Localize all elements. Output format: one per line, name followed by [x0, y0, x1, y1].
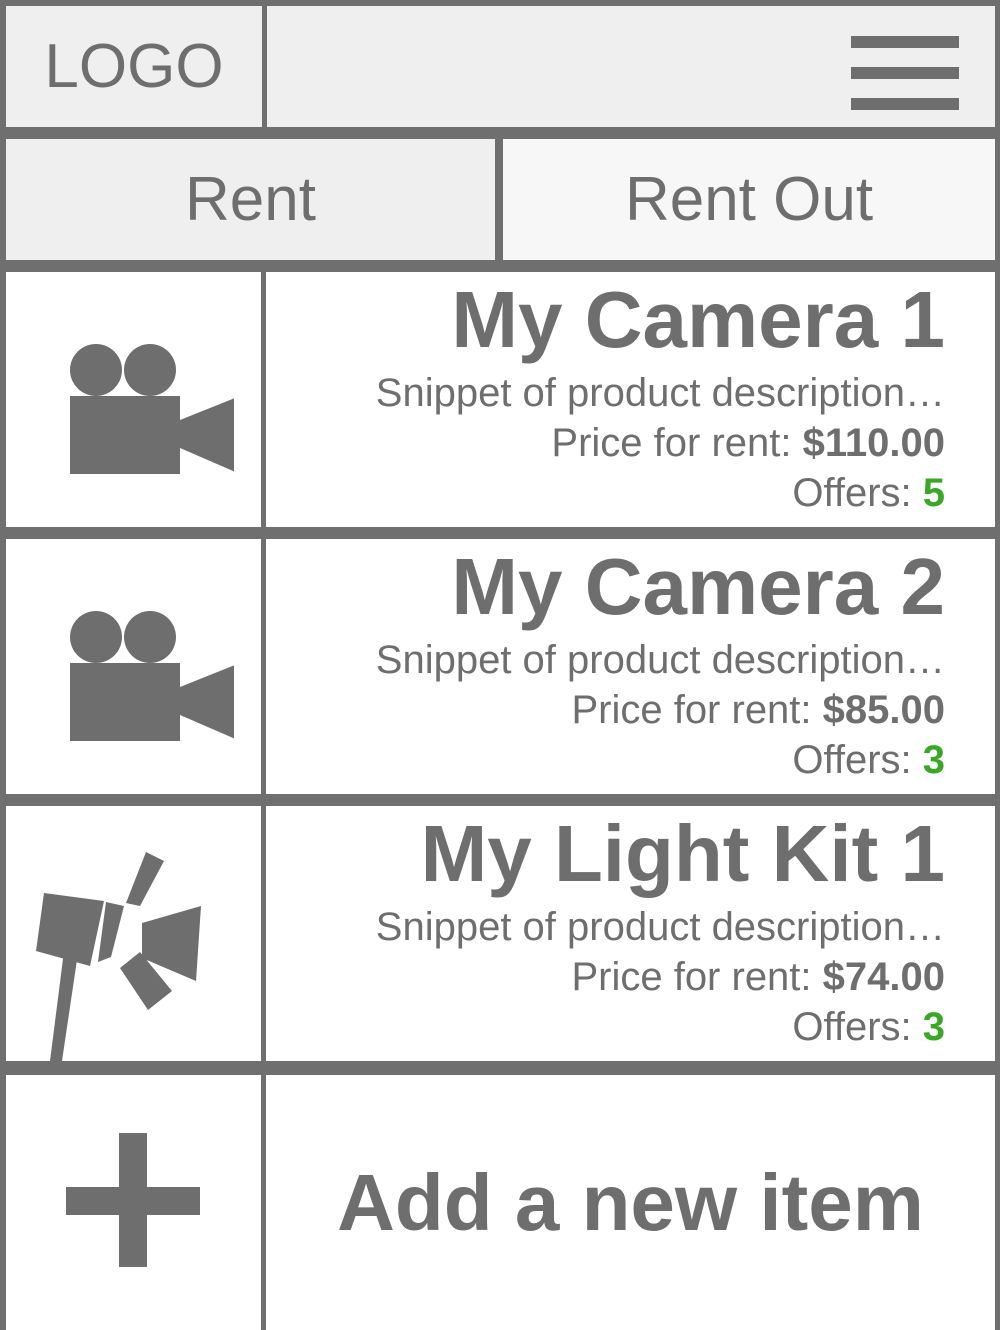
item-title: My Camera 1 [451, 275, 945, 364]
video-camera-icon [69, 610, 234, 741]
item-offers: Offers: 5 [266, 468, 945, 518]
add-item-icon-cell[interactable] [6, 1075, 261, 1330]
price-value: $85.00 [822, 688, 945, 732]
price-value: $74.00 [822, 955, 945, 999]
item-offers: Offers: 3 [266, 735, 945, 785]
add-new-item-label: Add a new item [337, 1157, 924, 1247]
item-icon-cell[interactable] [6, 539, 261, 794]
item-icon-cell[interactable] [6, 272, 261, 527]
item-offers: Offers: 3 [266, 1002, 945, 1052]
offers-label: Offers: [792, 1005, 912, 1049]
tab-rent-out[interactable]: Rent Out [503, 139, 995, 260]
price-label: Price for rent: [571, 955, 812, 999]
top-bar [267, 6, 995, 127]
item-title: My Light Kit 1 [420, 809, 945, 898]
price-label: Price for rent: [551, 421, 792, 465]
offers-count: 3 [922, 738, 945, 782]
price-value: $110.00 [802, 421, 945, 465]
plus-icon [65, 1132, 200, 1267]
list-item[interactable]: My Camera 1 Snippet of product descripti… [266, 272, 995, 527]
item-description: Snippet of product description… [375, 371, 945, 415]
offers-count: 5 [922, 471, 945, 515]
list-item[interactable]: My Camera 2 Snippet of product descripti… [266, 539, 995, 794]
item-title: My Camera 2 [451, 542, 945, 631]
item-price: Price for rent: $85.00 [266, 685, 945, 735]
video-camera-icon [69, 343, 234, 474]
hamburger-menu-icon[interactable] [851, 36, 959, 110]
list-item[interactable]: My Light Kit 1 Snippet of product descri… [266, 806, 995, 1061]
item-description: Snippet of product description… [375, 638, 945, 682]
offers-label: Offers: [792, 738, 912, 782]
offers-label: Offers: [792, 471, 912, 515]
add-new-item-button[interactable]: Add a new item [266, 1075, 995, 1330]
item-icon-cell[interactable] [6, 806, 261, 1061]
offers-count: 3 [922, 1005, 945, 1049]
light-kit-icon [36, 852, 201, 1061]
tab-rent[interactable]: Rent [6, 139, 495, 260]
logo[interactable]: LOGO [6, 6, 262, 127]
price-label: Price for rent: [571, 688, 812, 732]
item-description: Snippet of product description… [375, 905, 945, 949]
item-price: Price for rent: $74.00 [266, 952, 945, 1002]
item-price: Price for rent: $110.00 [266, 418, 945, 468]
